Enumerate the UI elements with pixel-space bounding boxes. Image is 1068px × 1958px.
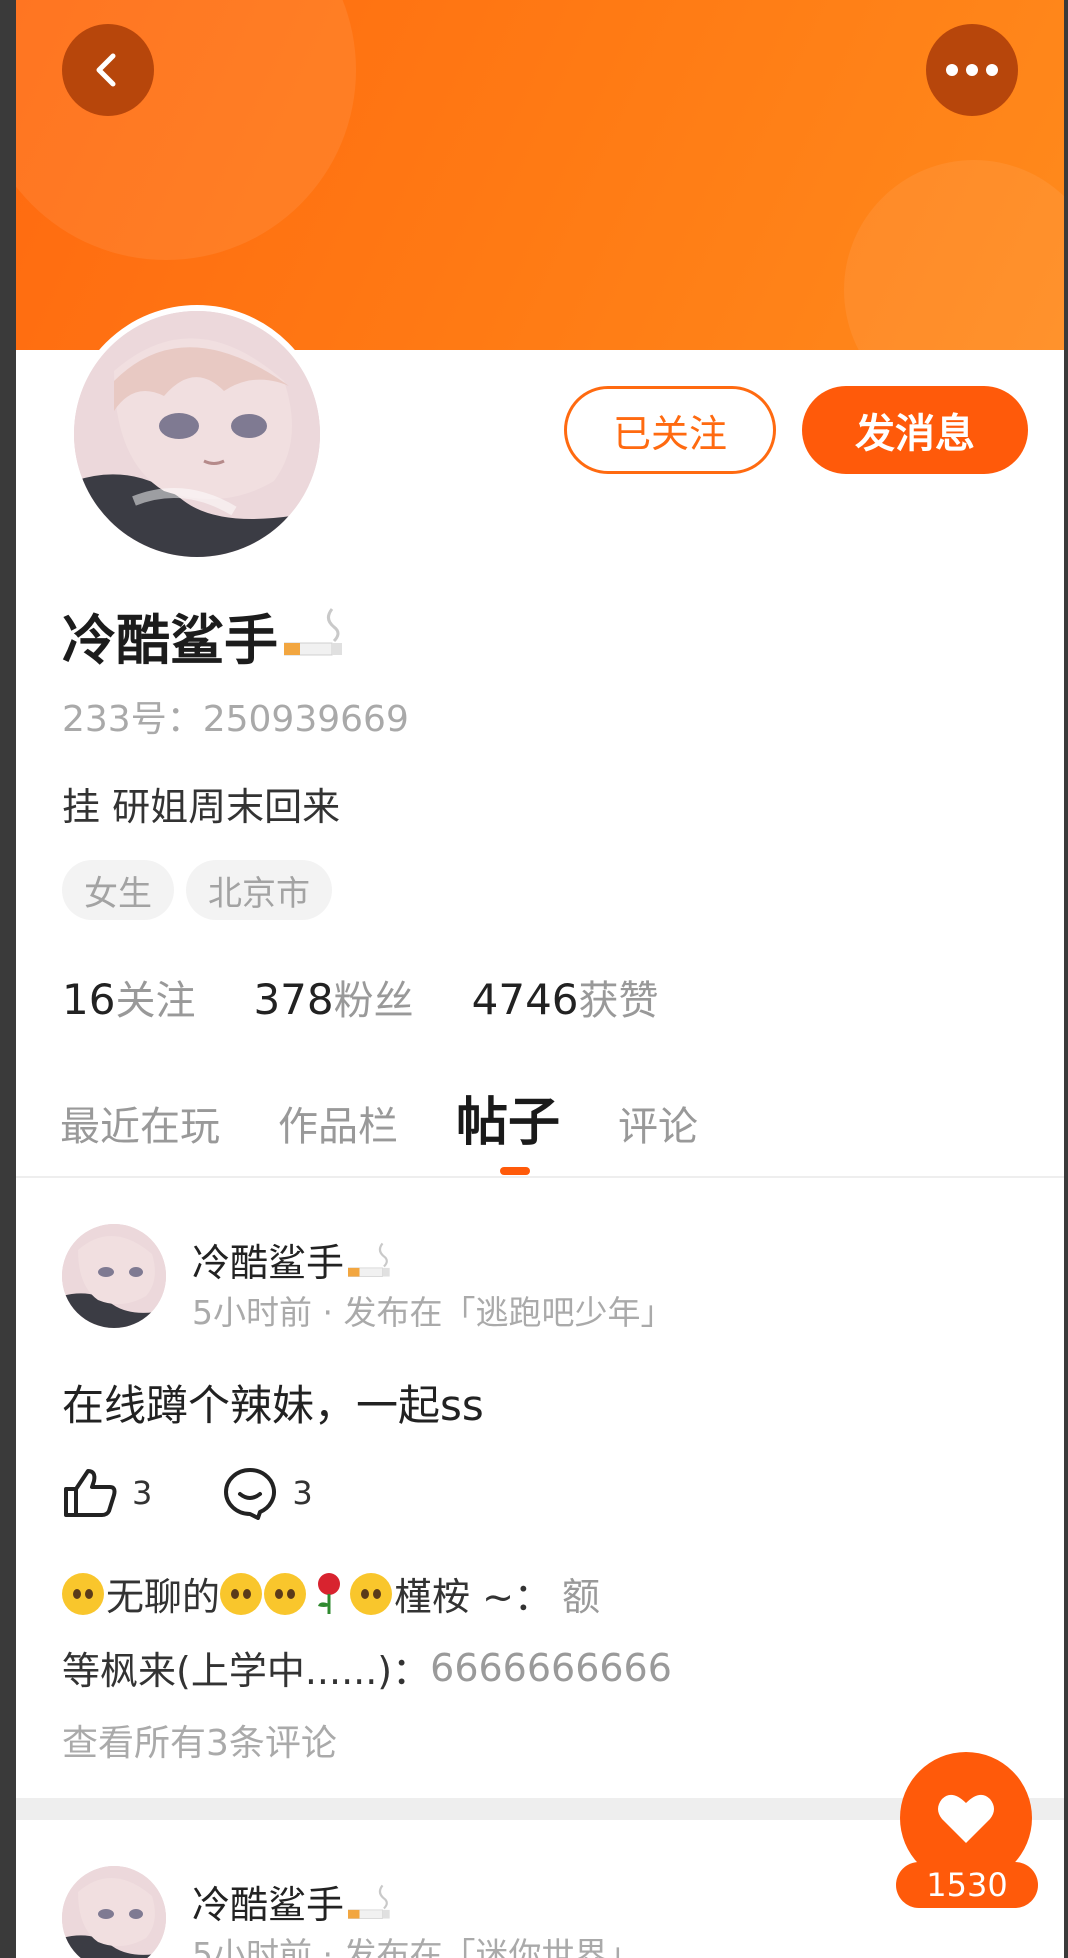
tag-gender: 女生: [62, 860, 174, 920]
rose-icon: [318, 1572, 341, 1614]
floating-like-count: 1530: [896, 1862, 1038, 1908]
profile-stats: 16关注 378粉丝 4746获赞: [62, 968, 659, 1026]
comment-text: 额: [561, 1575, 600, 1619]
profile-tags: 女生 北京市: [62, 860, 332, 920]
followed-button[interactable]: 已关注: [564, 386, 776, 474]
tabs-divider: [16, 1176, 1064, 1178]
tag-location: 北京市: [186, 860, 332, 920]
left-edge: [0, 0, 16, 1958]
like-button[interactable]: 3: [62, 1467, 152, 1519]
more-button[interactable]: [926, 24, 1018, 116]
thumbs-up-icon: [64, 1469, 117, 1517]
cigarette-icon: [284, 607, 342, 655]
pleading-face-icon: [220, 1572, 263, 1615]
heart-icon: [938, 1794, 994, 1843]
comment-count: 3: [292, 1474, 313, 1512]
party-face-icon: [350, 1572, 393, 1615]
profile-name-text: 冷酷鲨手: [62, 609, 278, 672]
like-count: 3: [132, 1474, 153, 1512]
comment-author: 无聊的: [106, 1575, 221, 1619]
post-author-name[interactable]: 冷酷鲨手: [192, 1232, 394, 1287]
post-content[interactable]: 在线蹲个辣妹，一起ss: [62, 1372, 484, 1433]
post-author-name[interactable]: 冷酷鲨手: [192, 1874, 394, 1929]
comment-bubble-icon: [224, 1468, 277, 1520]
chevron-left-icon: [96, 53, 116, 87]
comment-author-suffix: 槿桉 ~：: [394, 1575, 552, 1619]
pleading-face-icon: [264, 1572, 307, 1615]
comment-button[interactable]: 3: [222, 1466, 313, 1520]
post-actions: 3 3: [62, 1466, 383, 1520]
tab-recent-play[interactable]: 最近在玩: [60, 1094, 220, 1152]
profile-page: 已关注 发消息 冷酷鲨手 233号：250939669 挂 研姐周末回来 女生 …: [16, 0, 1064, 1958]
right-edge: [1064, 0, 1068, 1958]
stat-fans[interactable]: 378粉丝: [253, 968, 413, 1026]
user-id: 233号：250939669: [62, 699, 409, 740]
stat-likes[interactable]: 4746获赞: [472, 968, 659, 1026]
more-horizontal-icon: [946, 64, 998, 76]
cigarette-icon: [348, 1884, 390, 1919]
post-meta: 5小时前 · 发布在「逃跑吧少年」: [192, 1293, 674, 1332]
stat-following[interactable]: 16关注: [62, 968, 195, 1026]
send-message-button[interactable]: 发消息: [802, 386, 1028, 474]
back-button[interactable]: [62, 24, 154, 116]
active-tab-indicator: [500, 1167, 530, 1175]
pleading-face-icon: [62, 1572, 104, 1615]
tab-posts[interactable]: 帖子: [456, 1080, 560, 1155]
post-meta: 5小时前 · 发布在「迷你世界」: [192, 1935, 641, 1958]
profile-banner: [16, 0, 1064, 350]
tab-works[interactable]: 作品栏: [278, 1094, 398, 1152]
comment-item[interactable]: 等枫来(上学中......)： 6666666666: [62, 1640, 672, 1695]
view-all-comments-link[interactable]: 查看所有3条评论: [62, 1714, 337, 1766]
post-author-avatar[interactable]: [62, 1866, 166, 1958]
post-author-avatar[interactable]: [62, 1224, 166, 1328]
profile-name: 冷酷鲨手: [62, 596, 348, 675]
tab-comments[interactable]: 评论: [618, 1094, 698, 1152]
comment-author: 等枫来(上学中......)：: [62, 1649, 431, 1693]
profile-tabs: 最近在玩 作品栏 帖子 评论: [60, 1080, 756, 1155]
comment-item[interactable]: 无聊的 槿桉 ~： 额: [62, 1566, 600, 1621]
profile-bio: 挂 研姐周末回来: [62, 785, 341, 829]
profile-avatar[interactable]: [68, 305, 326, 563]
comment-text: 6666666666: [430, 1645, 672, 1690]
cigarette-icon: [348, 1242, 390, 1277]
